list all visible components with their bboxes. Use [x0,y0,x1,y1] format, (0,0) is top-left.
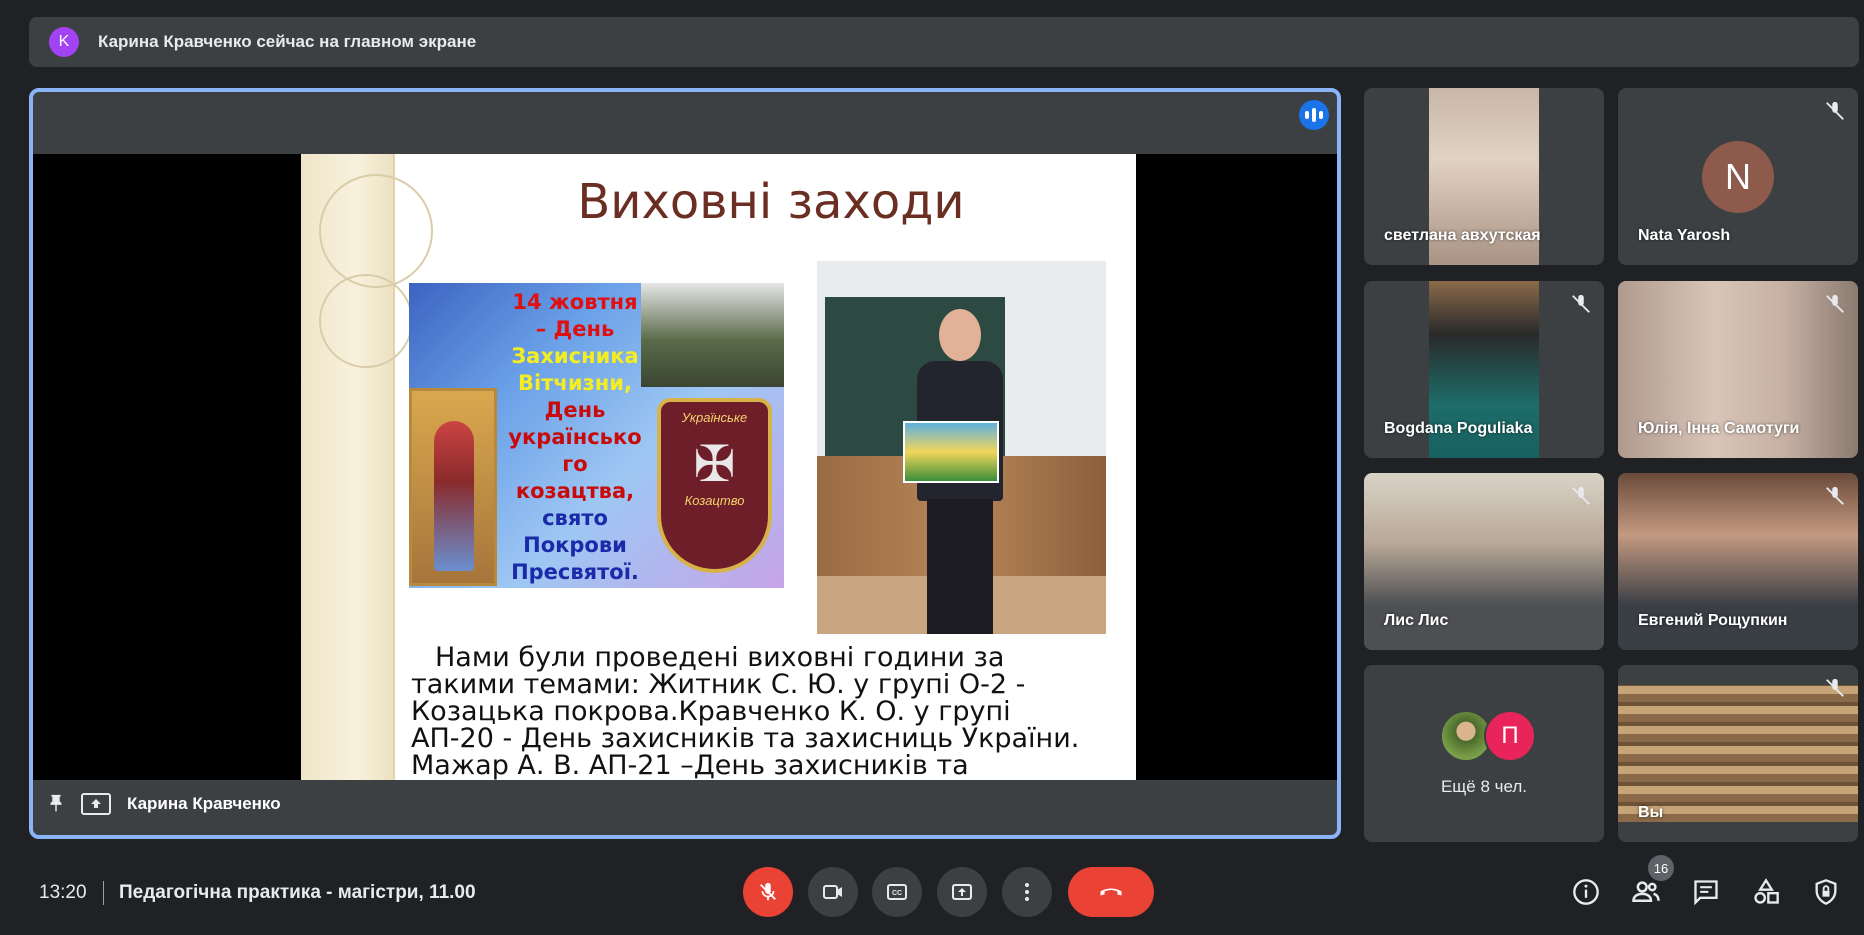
more-avatars: П [1440,710,1540,762]
shield-top-text: Українське [681,410,748,425]
hang-up-icon [1100,888,1122,896]
participant-name: Nata Yarosh [1638,227,1731,244]
mic-off-icon [1572,486,1590,505]
meeting-title: Педагогічна практика - магістри, 11.00 [119,882,476,903]
presenting-banner: K Карина Кравченко сейчас на главном экр… [29,17,1859,67]
poster-line: Вітчизни, [518,371,632,395]
participant-name: Евгений Рощупкин [1638,612,1788,629]
info-icon [1573,879,1599,905]
more-options-button[interactable] [1002,867,1052,917]
icon-painting [409,388,497,586]
presenter-label: Карина Кравченко [33,773,1337,835]
speaking-indicator-icon [1299,100,1329,130]
present-screen-icon [952,884,972,900]
participant-tile[interactable]: светлана авхутская [1364,88,1604,265]
main-presentation-tile[interactable]: Виховні заходи Українське ✠ Козацтво 14 … [29,88,1341,839]
participant-tile[interactable]: Bogdana Poguliaka [1364,281,1604,458]
slide-body-text: Нами були проведені виховні години за та… [411,642,1080,780]
participant-tile[interactable]: Юлія, Інна Самотуги [1618,281,1858,458]
poster-line: свято [542,506,608,530]
mic-off-icon [760,882,776,901]
captions-button[interactable]: CC [872,867,922,917]
slide-decor-ring [319,274,413,368]
presenting-banner-text: Карина Кравченко сейчас на главном экран… [98,32,477,51]
mic-toggle-button[interactable] [743,867,793,917]
poster-line: 14 жовтня [512,290,638,314]
student-photo [817,261,1106,634]
mic-off-icon [1826,486,1844,505]
participant-name: Лис Лис [1384,612,1449,629]
mic-off-icon [1572,294,1590,313]
host-controls-button[interactable] [1810,876,1842,908]
poster-line: Захисника [511,344,639,368]
divider [103,881,104,905]
participant-video [1618,685,1858,822]
soldiers-photo [641,283,784,387]
activities-button[interactable] [1750,876,1782,908]
more-participants-tile[interactable]: П Ещё 8 чел. [1364,665,1604,842]
bottom-toolbar: 13:20 Педагогічна практика - магістри, 1… [0,855,1864,935]
participant-name: Вы [1638,804,1664,821]
more-vert-icon [1025,883,1029,901]
poster-line: козацтва, [515,479,635,503]
poster-text: 14 жовтня – День Захисника Вітчизни, Ден… [501,289,649,586]
chat-button[interactable] [1690,876,1722,908]
camera-icon [823,885,842,899]
self-tile[interactable]: Вы [1618,665,1858,842]
presenter-name: Карина Кравченко [127,794,281,813]
slide-title: Виховні заходи [577,174,965,230]
mic-off-icon [1826,101,1844,120]
camera-toggle-button[interactable] [808,867,858,917]
captions-icon: CC [887,884,907,900]
chat-icon [1694,880,1718,906]
presentation-slide: Виховні заходи Українське ✠ Козацтво 14 … [301,154,1136,780]
slide-decor-ring [319,174,433,288]
shield-lock-icon [1815,879,1837,905]
presenter-avatar: K [49,27,79,57]
present-screen-icon [81,793,111,815]
participant-tile[interactable]: Лис Лис [1364,473,1604,650]
participant-tile[interactable]: Евгений Рощупкин [1618,473,1858,650]
shapes-icon [1754,878,1779,904]
poster-line: го [562,452,588,476]
avatar: N [1702,141,1774,213]
cossack-shield-emblem: Українське ✠ Козацтво [657,398,772,573]
pin-icon[interactable] [45,793,67,815]
poster-line: – День [535,317,615,341]
poster-line: День [544,398,606,422]
avatar: П [1484,710,1536,762]
participant-name: светлана авхутская [1384,227,1541,244]
participant-tile[interactable]: N Nata Yarosh [1618,88,1858,265]
shield-bottom-text: Козацтво [684,493,745,508]
mic-off-icon [1826,294,1844,313]
poster-line: українсько [508,425,642,449]
participants-button[interactable] [1630,876,1662,908]
participant-name: Bogdana Poguliaka [1384,420,1533,437]
poster-line: Пресвятої. [511,560,639,584]
svg-text:CC: CC [892,890,902,897]
more-participants-label: Ещё 8 чел. [1440,777,1528,796]
poster-line: Покрови [523,533,627,557]
meeting-details-button[interactable] [1570,876,1602,908]
holiday-poster-image: Українське ✠ Козацтво 14 жовтня – День З… [409,283,784,588]
participant-name: Юлія, Інна Самотуги [1638,420,1800,437]
leave-call-button[interactable] [1068,867,1154,917]
present-now-button[interactable] [937,867,987,917]
mic-off-icon [1826,678,1844,697]
shared-screen: Виховні заходи Українське ✠ Козацтво 14 … [33,154,1337,780]
people-icon [1632,881,1660,902]
clock: 13:20 [39,882,87,903]
